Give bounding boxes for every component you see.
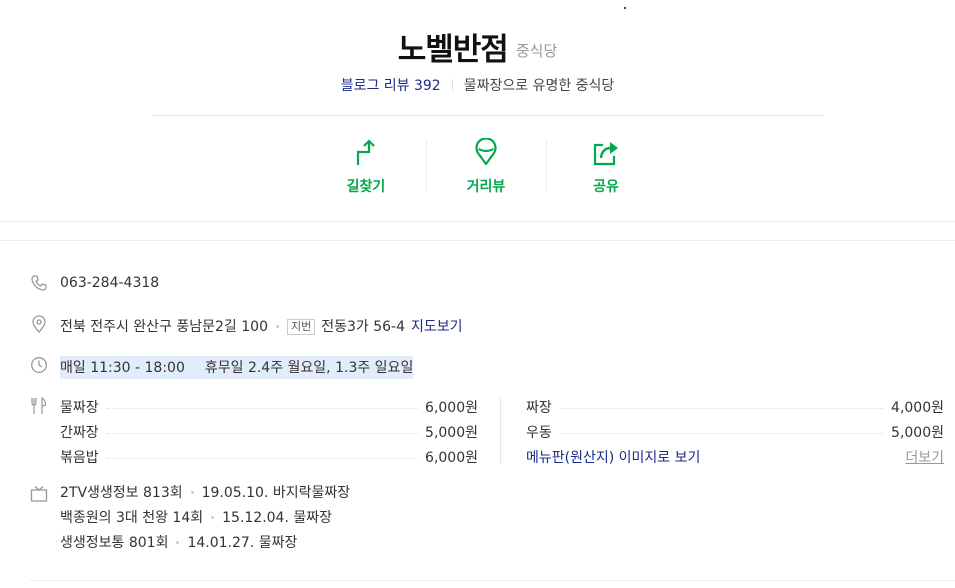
directions-button[interactable]: 길찾기 [306,136,426,195]
divider [152,115,824,116]
tv-item: 백종원의 3대 천왕 14회 15.12.04. 물짜장 [60,506,350,531]
phone-number[interactable]: 063-284-4318 [60,275,159,291]
sub-info-row: 블로그 리뷰 392 물짜장으로 유명한 중식당 [0,75,955,95]
directions-icon [356,139,375,165]
tv-program: 백종원의 3대 천왕 14회 [60,510,204,526]
menu-price: 4,000원 [891,399,944,416]
menu-item: 간짜장 5,000원 [60,419,478,444]
tv-detail: 15.12.04. 물짜장 [222,510,333,526]
holiday-info: 휴무일 2.4주 월요일, 1.3주 일요일 [204,360,414,376]
section-divider [0,240,955,241]
street-view-label: 거리뷰 [466,179,506,195]
menu-name: 볶음밥 [60,449,99,466]
tv-item: 2TV생생정보 813회 19.05.10. 바지락물짜장 [60,481,350,506]
hours-row: 매일 11:30 - 18:00 휴무일 2.4주 월요일, 1.3주 일요일 [60,356,414,379]
street-view-button[interactable]: 거리뷰 [426,136,546,195]
menu-list-left: 물짜장 6,000원 간짜장 5,000원 볶음밥 6,000원 [60,394,478,469]
location-pin-icon [32,315,46,333]
tv-program: 생생정보통 801회 [60,535,169,551]
clock-icon [31,357,47,373]
menu-price: 6,000원 [425,449,478,466]
place-name: 노벨반점 [397,32,509,68]
menu-name: 간짜장 [60,424,99,441]
more-menu-link[interactable]: 더보기 [905,447,944,467]
menu-image-link[interactable]: 메뉴판(원산지) 이미지로 보기 [526,447,700,467]
menu-name: 물짜장 [60,399,99,416]
action-bar: 길찾기 거리뷰 공유 [306,136,668,195]
tv-appearances: 2TV생생정보 813회 19.05.10. 바지락물짜장 백종원의 3대 천왕 … [60,481,350,556]
menu-item: 우동 5,000원 [526,419,944,444]
phone-icon [31,275,47,291]
share-icon [593,142,618,166]
place-category: 중식당 [515,42,558,60]
menu-list-right: 짜장 4,000원 우동 5,000원 메뉴판(원산지) 이미지로 보기 더보기 [526,394,944,469]
menu-price: 6,000원 [425,399,478,416]
road-address: 전북 전주시 완산구 풍남문2길 100 [60,319,268,335]
business-hours: 매일 11:30 - 18:00 [60,360,185,376]
menu-item: 물짜장 6,000원 [60,394,478,419]
directions-label: 길찾기 [346,179,386,195]
menu-item: 볶음밥 6,000원 [60,444,478,469]
place-header: 노벨반점 중식당 블로그 리뷰 392 물짜장으로 유명한 중식당 길찾기 거리뷰 [0,0,955,222]
tiny-dot [624,7,626,9]
menu-divider [500,398,501,464]
place-description: 물짜장으로 유명한 중식당 [463,78,615,94]
address-row: 전북 전주시 완산구 풍남문2길 100 지번 전동3가 56-4 지도보기 [60,316,463,336]
bottom-divider [30,580,955,581]
tv-item: 생생정보통 801회 14.01.27. 물짜장 [60,531,350,556]
menu-price: 5,000원 [425,424,478,441]
separator [451,79,453,91]
dot-separator [276,325,279,328]
tv-detail: 14.01.27. 물짜장 [187,535,298,551]
tv-detail: 19.05.10. 바지락물짜장 [201,485,351,501]
menu-item: 짜장 4,000원 [526,394,944,419]
tv-icon [30,486,48,502]
menu-name: 짜장 [526,399,552,416]
share-label: 공유 [593,179,619,195]
title-row: 노벨반점 중식당 [0,24,955,69]
jibun-address: 전동3가 56-4 [321,319,406,335]
map-view-link[interactable]: 지도보기 [411,319,463,335]
menu-name: 우동 [526,424,552,441]
street-view-icon [475,138,497,166]
jibun-tag: 지번 [287,319,316,335]
share-button[interactable]: 공유 [546,136,666,195]
fork-knife-icon [31,397,47,414]
tv-program: 2TV생생정보 813회 [60,485,183,501]
blog-review-link[interactable]: 블로그 리뷰 392 [341,78,441,94]
menu-links-row: 메뉴판(원산지) 이미지로 보기 더보기 [526,444,944,469]
menu-price: 5,000원 [891,424,944,441]
